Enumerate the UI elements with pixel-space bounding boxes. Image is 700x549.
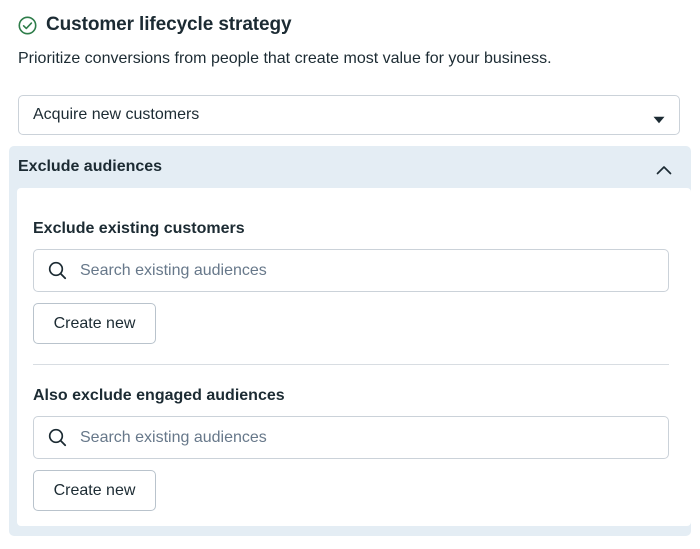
engaged-audiences-search-input[interactable] — [80, 428, 640, 447]
section-description: Prioritize conversions from people that … — [18, 50, 552, 67]
existing-customers-search-input[interactable] — [80, 261, 640, 280]
search-icon — [48, 428, 67, 447]
section-divider — [33, 364, 669, 365]
search-icon — [48, 261, 67, 280]
exclude-audiences-body: Exclude existing customers Create new Al… — [17, 188, 691, 526]
panel-title: Exclude audiences — [18, 158, 163, 175]
engaged-audiences-search[interactable] — [33, 416, 669, 459]
dropdown-selected-value: Acquire new customers — [33, 106, 200, 123]
create-new-engaged-audiences-button[interactable]: Create new — [33, 470, 156, 511]
check-circle-icon — [18, 16, 37, 35]
page-title: Customer lifecycle strategy — [46, 14, 292, 35]
section-header: Customer lifecycle strategy — [18, 14, 292, 36]
caret-down-icon — [653, 111, 665, 124]
lifecycle-strategy-dropdown[interactable]: Acquire new customers — [18, 95, 680, 135]
create-new-existing-customers-button[interactable]: Create new — [33, 303, 156, 344]
exclude-audiences-toggle[interactable]: Exclude audiences — [9, 146, 691, 188]
exclude-engaged-audiences-title: Also exclude engaged audiences — [33, 387, 285, 404]
exclude-existing-customers-title: Exclude existing customers — [33, 220, 245, 237]
chevron-up-icon[interactable] — [656, 162, 672, 175]
exclude-audiences-panel: Exclude audiences Exclude existing custo… — [9, 146, 691, 536]
existing-customers-search[interactable] — [33, 249, 669, 292]
